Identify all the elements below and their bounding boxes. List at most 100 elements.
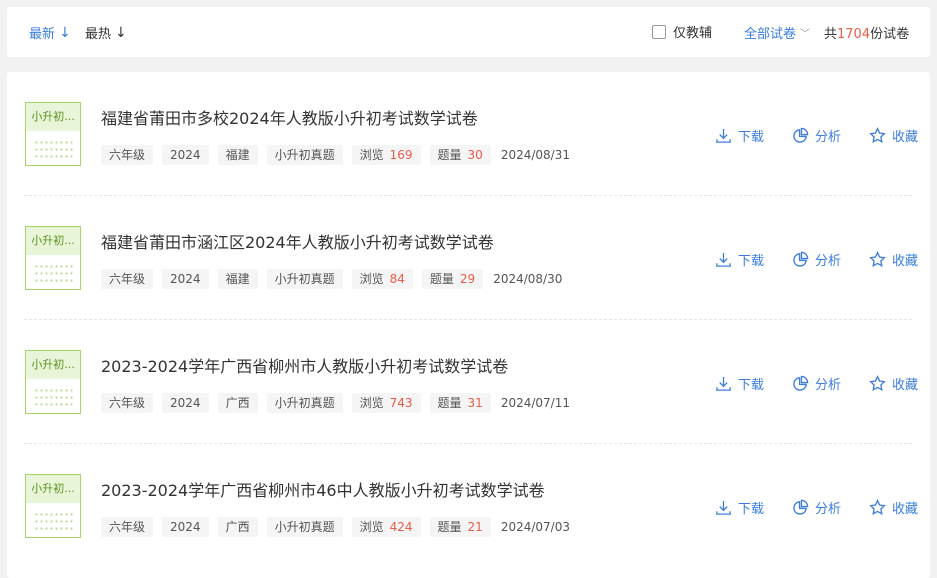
thumbnail-pattern (34, 139, 74, 161)
grade-tag: 六年级 (101, 269, 154, 289)
paper-item: 小升初... 2023-2024学年广西省柳州市46中人教版小升初考试数学试卷 … (24, 444, 918, 568)
views-label: 浏览 (359, 520, 384, 534)
favorite-button[interactable]: 收藏 (869, 250, 918, 269)
questions-label: 题量 (437, 396, 462, 410)
arrow-down-icon: ↓ (59, 24, 71, 41)
paper-thumbnail[interactable]: 小升初... (25, 226, 81, 290)
region-tag: 广西 (217, 517, 258, 537)
paper-title-link[interactable]: 福建省莆田市多校2024年人教版小升初考试数学试卷 (101, 105, 478, 129)
analyze-label: 分析 (814, 502, 841, 517)
region-tag: 福建 (217, 145, 258, 165)
thumbnail-pattern (34, 511, 74, 533)
download-icon (716, 252, 731, 267)
paper-thumbnail[interactable]: 小升初... (25, 102, 81, 166)
paper-date: 2024/07/11 (500, 396, 570, 410)
views-label: 浏览 (359, 148, 384, 162)
grade-tag: 六年级 (101, 145, 154, 165)
thumbnail-label: 小升初... (26, 475, 80, 503)
pie-chart-icon (793, 375, 809, 391)
questions-tag: 题量 29 (421, 269, 484, 289)
download-icon (716, 376, 731, 391)
download-label: 下载 (737, 502, 764, 517)
questions-label: 题量 (437, 520, 462, 534)
views-count: 169 (389, 148, 413, 162)
paper-type-label: 全部试卷 (744, 27, 797, 42)
total-prefix: 共 (824, 27, 838, 42)
paper-title-link[interactable]: 2023-2024学年广西省柳州市46中人教版小升初考试数学试卷 (101, 477, 545, 501)
chevron-down-icon: ﹀ (800, 29, 811, 40)
questions-count: 21 (467, 520, 483, 534)
questions-count: 31 (467, 396, 483, 410)
questions-label: 题量 (429, 272, 454, 286)
views-tag: 浏览 743 (351, 393, 421, 413)
type-tag: 小升初真题 (266, 517, 343, 537)
analyze-label: 分析 (814, 130, 841, 145)
download-button[interactable]: 下载 (715, 498, 764, 517)
favorite-label: 收藏 (891, 502, 918, 517)
year-tag: 2024 (162, 145, 209, 165)
paper-item: 小升初... 2023-2024学年广西省柳州市人教版小升初考试数学试卷 六年级… (24, 320, 918, 444)
download-button[interactable]: 下载 (715, 250, 764, 269)
views-tag: 浏览 424 (351, 517, 421, 537)
region-tag: 广西 (217, 393, 258, 413)
paper-thumbnail[interactable]: 小升初... (25, 474, 81, 538)
total-count: 共1704份试卷 (824, 23, 909, 42)
year-tag: 2024 (162, 393, 209, 413)
download-icon (716, 128, 731, 143)
star-icon (869, 499, 886, 515)
paper-item: 小升初... 福建省莆田市多校2024年人教版小升初考试数学试卷 六年级 202… (24, 72, 918, 196)
analyze-button[interactable]: 分析 (792, 374, 841, 393)
questions-tag: 题量 30 (429, 145, 491, 165)
type-tag: 小升初真题 (266, 393, 343, 413)
views-count: 743 (389, 396, 413, 410)
star-icon (869, 251, 886, 267)
favorite-button[interactable]: 收藏 (869, 498, 918, 517)
favorite-label: 收藏 (891, 254, 918, 269)
year-tag: 2024 (162, 517, 209, 537)
paper-meta: 六年级 2024 福建 小升初真题 浏览 169 题量 30 2024/08/31 (101, 145, 570, 165)
paper-list: 小升初... 福建省莆田市多校2024年人教版小升初考试数学试卷 六年级 202… (7, 72, 930, 578)
download-button[interactable]: 下载 (715, 374, 764, 393)
type-tag: 小升初真题 (266, 145, 343, 165)
paper-meta: 六年级 2024 广西 小升初真题 浏览 424 题量 21 2024/07/03 (101, 517, 570, 537)
star-icon (869, 375, 886, 391)
only-counseling-checkbox[interactable] (652, 24, 666, 39)
sort-latest-button[interactable]: 最新 ↓ (29, 23, 71, 43)
favorite-button[interactable]: 收藏 (869, 126, 918, 145)
paper-date: 2024/08/30 (493, 272, 563, 286)
analyze-label: 分析 (814, 378, 841, 393)
paper-item: 小升初... 福建省莆田市涵江区2024年人教版小升初考试数学试卷 六年级 20… (24, 196, 918, 320)
analyze-button[interactable]: 分析 (792, 498, 841, 517)
paper-thumbnail[interactable]: 小升初... (25, 350, 81, 414)
sort-hot-button[interactable]: 最热 ↓ (85, 23, 127, 43)
sort-latest-label: 最新 (29, 27, 56, 42)
favorite-button[interactable]: 收藏 (869, 374, 918, 393)
analyze-label: 分析 (814, 254, 841, 269)
paper-actions: 下载 分析 收藏 (715, 126, 918, 145)
download-button[interactable]: 下载 (715, 126, 764, 145)
only-counseling-toggle[interactable]: 仅教辅 (652, 22, 712, 41)
paper-title-link[interactable]: 2023-2024学年广西省柳州市人教版小升初考试数学试卷 (101, 353, 508, 377)
sort-hot-label: 最热 (85, 27, 112, 42)
paper-title-link[interactable]: 福建省莆田市涵江区2024年人教版小升初考试数学试卷 (101, 229, 494, 253)
paper-type-dropdown[interactable]: 全部试卷 ﹀ (744, 23, 810, 42)
thumbnail-label: 小升初... (26, 351, 80, 379)
download-label: 下载 (737, 130, 764, 145)
views-count: 84 (389, 272, 405, 286)
year-tag: 2024 (162, 269, 209, 289)
thumbnail-label: 小升初... (26, 103, 80, 131)
views-label: 浏览 (359, 396, 384, 410)
pie-chart-icon (793, 127, 809, 143)
analyze-button[interactable]: 分析 (792, 126, 841, 145)
questions-label: 题量 (437, 148, 462, 162)
favorite-label: 收藏 (891, 378, 918, 393)
thumbnail-pattern (34, 387, 74, 409)
questions-tag: 题量 21 (429, 517, 491, 537)
paper-meta: 六年级 2024 福建 小升初真题 浏览 84 题量 29 2024/08/30 (101, 269, 562, 289)
paper-date: 2024/08/31 (500, 148, 570, 162)
grade-tag: 六年级 (101, 393, 154, 413)
analyze-button[interactable]: 分析 (792, 250, 841, 269)
questions-count: 30 (467, 148, 483, 162)
total-suffix: 份试卷 (870, 27, 910, 42)
download-label: 下载 (737, 254, 764, 269)
